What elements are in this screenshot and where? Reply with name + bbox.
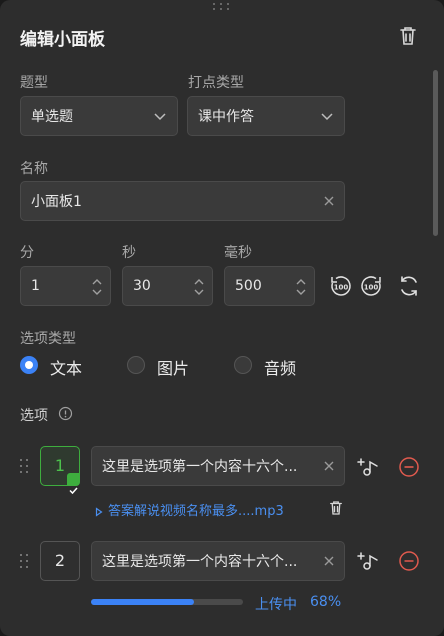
trash-icon	[400, 27, 416, 45]
edit-panel: 编辑小面板 题型 单选题 打点类型 课中作答 名称 小面板1 分 1 秒 30 …	[0, 0, 444, 636]
option-number: 2	[54, 551, 66, 570]
trash-icon[interactable]	[327, 499, 345, 517]
chevron-down-icon	[154, 113, 166, 121]
millisecond-value: 500	[235, 278, 262, 294]
rewind-amount: 100	[334, 284, 349, 292]
point-type-label: 打点类型	[188, 75, 244, 91]
question-type-value: 单选题	[31, 109, 73, 125]
drag-handle-icon[interactable]	[19, 553, 31, 569]
forward-amount: 100	[364, 284, 379, 292]
name-label: 名称	[20, 161, 48, 177]
point-type-select[interactable]: 课中作答	[187, 96, 345, 136]
option-text: 这里是选项第一个内容十六个...	[102, 459, 298, 475]
option-text-input[interactable]: 这里是选项第一个内容十六个...	[91, 541, 345, 581]
option-text-input[interactable]: 这里是选项第一个内容十六个...	[91, 446, 345, 486]
remove-option-icon[interactable]	[398, 550, 420, 572]
point-type-value: 课中作答	[198, 109, 254, 125]
option-type-label: 选项类型	[20, 331, 76, 347]
drag-handle-icon[interactable]	[19, 458, 31, 474]
clear-icon[interactable]	[322, 459, 336, 473]
option-type-text-radio[interactable]	[20, 356, 38, 374]
upload-progress-bar	[91, 599, 243, 605]
scrollbar[interactable]	[433, 70, 438, 236]
remove-option-icon[interactable]	[398, 456, 420, 478]
option-text: 这里是选项第一个内容十六个...	[102, 554, 298, 570]
millisecond-label: 毫秒	[224, 245, 252, 261]
name-input[interactable]: 小面板1	[20, 181, 345, 221]
add-audio-icon[interactable]	[357, 455, 381, 479]
upload-progress-fill	[91, 599, 195, 605]
second-stepper[interactable]: 30	[122, 266, 213, 306]
upload-status: 上传中	[255, 597, 297, 613]
name-value: 小面板1	[31, 194, 82, 210]
refresh-icon[interactable]	[396, 273, 422, 299]
option-type-text-label: 文本	[50, 359, 83, 378]
question-type-label: 题型	[20, 75, 48, 91]
rewind-100ms-icon[interactable]: 100	[328, 273, 354, 299]
info-icon[interactable]	[58, 406, 73, 421]
option-number-correct[interactable]: 1	[40, 446, 80, 495]
minute-value: 1	[31, 278, 40, 294]
second-label: 秒	[122, 245, 136, 261]
panel-title: 编辑小面板	[20, 30, 105, 50]
option-number-box[interactable]: 2	[40, 541, 80, 581]
option-type-image-radio[interactable]	[127, 356, 145, 374]
upload-percent: 68%	[310, 594, 342, 610]
option-type-image-label: 图片	[157, 359, 190, 378]
option-number: 1	[54, 456, 66, 475]
options-section-label: 选项	[20, 408, 48, 424]
chevron-down-icon	[321, 113, 333, 121]
option-type-audio-label: 音频	[264, 359, 297, 378]
spin-arrows-icon[interactable]	[296, 275, 306, 299]
question-type-select[interactable]: 单选题	[20, 96, 178, 136]
delete-panel-button[interactable]	[396, 24, 420, 48]
forward-100ms-icon[interactable]: 100	[358, 273, 384, 299]
minute-label: 分	[20, 245, 34, 261]
millisecond-stepper[interactable]: 500	[224, 266, 315, 306]
attachment-name: 答案解说视频名称最多....mp3	[108, 504, 284, 519]
panel-drag-handle[interactable]	[210, 2, 232, 12]
clear-icon[interactable]	[322, 194, 336, 208]
second-value: 30	[133, 278, 151, 294]
check-icon	[67, 473, 80, 495]
minute-stepper[interactable]: 1	[20, 266, 111, 306]
option-type-audio-radio[interactable]	[234, 356, 252, 374]
add-audio-icon[interactable]	[357, 549, 381, 573]
play-icon	[95, 506, 103, 517]
attachment-link[interactable]: 答案解说视频名称最多....mp3	[94, 500, 284, 519]
spin-arrows-icon[interactable]	[92, 275, 102, 299]
spin-arrows-icon[interactable]	[194, 275, 204, 299]
clear-icon[interactable]	[322, 554, 336, 568]
